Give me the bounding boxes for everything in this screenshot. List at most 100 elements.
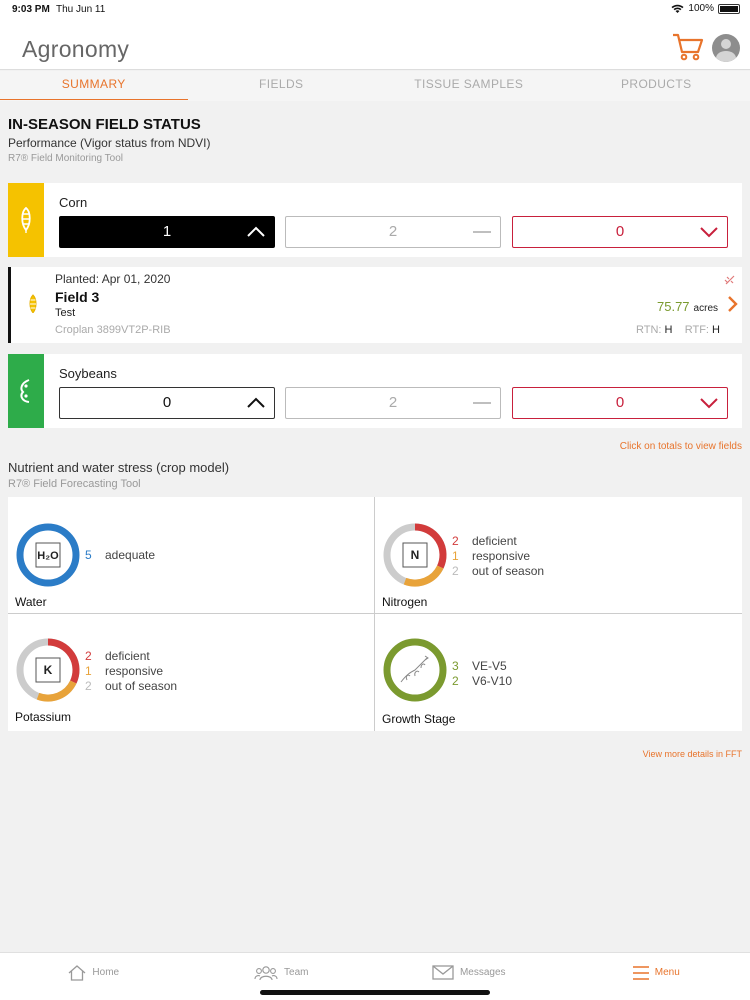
crop-card-soybeans: Soybeans 0 2 0 <box>8 354 742 428</box>
potassium-deficient-count: 2 <box>85 649 92 663</box>
status-deficient: deficient <box>105 649 150 663</box>
nitrogen-tile[interactable]: N 2 deficient 1 responsive 2 out of season … <box>375 497 742 614</box>
field-name: Field 3 <box>55 289 100 305</box>
vigor-count: 2 <box>388 223 398 240</box>
nitrogen-out-of-season-count: 2 <box>452 564 459 578</box>
tab-summary[interactable]: SUMMARY <box>0 71 188 101</box>
nitrogen-label: Nitrogen <box>382 595 428 609</box>
potassium-symbol: K <box>44 663 53 677</box>
vigor-count: 0 <box>162 394 172 411</box>
home-indicator <box>260 990 490 995</box>
hamburger-menu-icon <box>632 965 649 980</box>
dash-icon <box>473 402 491 404</box>
vigor-count: 0 <box>615 394 625 411</box>
corn-vigor-flat[interactable]: 2 <box>285 216 501 248</box>
potassium-tile[interactable]: K 2 deficient 1 responsive 2 out of season … <box>8 614 375 731</box>
corn-vigor-up[interactable]: 1 <box>59 216 275 248</box>
vigor-count: 0 <box>615 223 625 240</box>
acres-value: 75.77 <box>657 299 690 314</box>
nitrogen-deficient-count: 2 <box>452 534 459 548</box>
field-hybrid: Croplan 3899VT2P-RIB <box>55 324 171 336</box>
status-deficient: deficient <box>472 534 517 548</box>
tab-fields[interactable]: FIELDS <box>188 71 376 101</box>
nitrogen-symbol: N <box>411 548 420 562</box>
tab-tissue-samples[interactable]: TISSUE SAMPLES <box>375 71 563 101</box>
status-right: 100% <box>671 3 740 14</box>
crop-name: Corn <box>59 195 88 210</box>
status-bar: 9:03 PM Thu Jun 11 100% <box>0 0 750 22</box>
click-totals-hint: Click on totals to view fields <box>619 441 742 452</box>
soybean-vigor-flat[interactable]: 2 <box>285 387 501 419</box>
chevron-down-icon <box>700 227 718 238</box>
stage2-label: V6-V10 <box>472 674 513 688</box>
corn-vigor-down[interactable]: 0 <box>512 216 728 248</box>
status-out-of-season: out of season <box>472 564 545 578</box>
water-tile[interactable]: H₂O 5 adequate Water <box>8 497 375 614</box>
nav-menu[interactable]: Menu <box>563 953 750 1000</box>
nav-home[interactable]: Home <box>0 953 188 1000</box>
potassium-counts: 2 deficient 1 responsive 2 out of season <box>85 649 177 694</box>
corn-icon <box>21 206 31 233</box>
rtn-value: H <box>664 324 673 336</box>
satellite-icon <box>724 275 735 285</box>
soybean-vigor-up[interactable]: 0 <box>59 387 275 419</box>
home-icon <box>68 964 86 981</box>
status-date: Thu Jun 11 <box>56 4 106 15</box>
team-icon <box>254 965 278 980</box>
battery-icon <box>718 3 740 14</box>
growth-stage-counts: 3 VE-V5 2 V6-V10 <box>452 659 512 689</box>
soybean-vigor-down[interactable]: 0 <box>512 387 728 419</box>
field-row[interactable]: Planted: Apr 01, 2020 Field 3 Test Cropl… <box>8 267 742 343</box>
chevron-right-icon[interactable] <box>726 295 738 313</box>
growth-stage-label: Growth Stage <box>382 712 456 726</box>
corn-icon-panel <box>8 183 44 257</box>
growth-stage-ring-icon <box>383 638 447 702</box>
status-responsive: responsive <box>472 549 531 563</box>
rtf-label: RTF: <box>684 324 709 336</box>
nav-home-label: Home <box>92 967 120 978</box>
water-count: 5 <box>85 548 92 562</box>
vigor-count: 1 <box>162 223 172 240</box>
soybean-icon <box>20 379 30 403</box>
potassium-label: Potassium <box>15 710 72 724</box>
stage1-label: VE-V5 <box>472 659 507 673</box>
corn-icon <box>29 294 37 316</box>
rtf-value: H <box>712 324 720 336</box>
water-label: Water <box>15 595 47 609</box>
status-time: 9:03 PM <box>12 4 50 15</box>
rtn-label: RTN: <box>636 324 662 336</box>
nutrient-tool: R7® Field Forecasting Tool <box>8 478 141 490</box>
status-responsive: responsive <box>105 664 164 678</box>
nutrient-title: Nutrient and water stress (crop model) <box>8 460 230 475</box>
nitrogen-ring-icon: N <box>383 523 447 587</box>
battery-percent: 100% <box>688 3 714 14</box>
potassium-out-of-season-count: 2 <box>85 679 92 693</box>
stage1-count: 3 <box>452 659 459 673</box>
envelope-icon <box>432 965 454 980</box>
water-ring-icon: H₂O <box>16 523 80 587</box>
nav-messages-label: Messages <box>459 967 506 978</box>
potassium-ring-icon: K <box>16 638 80 702</box>
potassium-responsive-count: 1 <box>85 664 92 678</box>
section-subtitle: Performance (Vigor status from NDVI) <box>8 136 211 150</box>
water-counts: 5 adequate <box>85 548 155 563</box>
field-acres: 75.77 acres <box>657 299 718 314</box>
water-symbol: H₂O <box>37 550 59 562</box>
growth-stage-tile[interactable]: 3 VE-V5 2 V6-V10 Growth Stage <box>375 614 742 731</box>
crop-name: Soybeans <box>59 366 117 381</box>
tab-bar: SUMMARY FIELDS TISSUE SAMPLES PRODUCTS <box>0 71 750 101</box>
wifi-icon <box>671 4 684 13</box>
chevron-down-icon <box>700 398 718 409</box>
section-tool: R7® Field Monitoring Tool <box>8 153 124 164</box>
acres-unit: acres <box>693 303 718 314</box>
nav-menu-label: Menu <box>654 967 680 978</box>
field-rtn-rtf: RTN: H RTF: H <box>636 324 720 336</box>
app-title: Agronomy <box>22 36 130 62</box>
cart-icon[interactable] <box>672 32 704 62</box>
fft-details-link[interactable]: View more details in FFT <box>643 749 742 759</box>
status-out-of-season: out of season <box>105 679 178 693</box>
tab-products[interactable]: PRODUCTS <box>563 71 750 101</box>
avatar[interactable] <box>712 34 740 62</box>
vigor-count: 2 <box>388 394 398 411</box>
dash-icon <box>473 231 491 233</box>
